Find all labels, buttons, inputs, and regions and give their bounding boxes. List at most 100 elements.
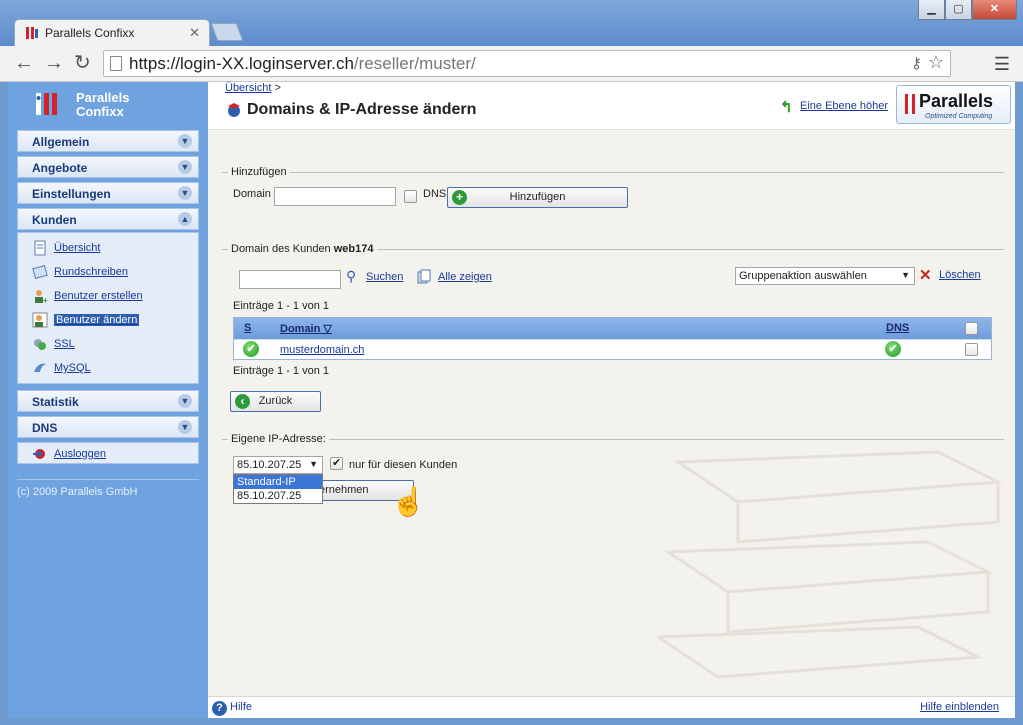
back-circle-icon: ‹ — [235, 394, 250, 409]
browser-tab[interactable]: Parallels Confixx ✕ — [14, 19, 210, 46]
plus-circle-icon: + — [452, 190, 467, 205]
entries-count-top: Einträge 1 - 1 von 1 — [233, 300, 330, 312]
column-domain[interactable]: Domain ▽ — [280, 322, 332, 335]
key-icon[interactable]: ⚷ — [911, 54, 922, 72]
parallels-bars-icon — [905, 94, 915, 114]
sidebar-section-angebote[interactable]: Angebote ▼ — [17, 156, 199, 178]
ip-dropdown-list: Standard-IP 85.10.207.25 — [233, 474, 323, 504]
search-icon: ⚲ — [346, 268, 357, 284]
back-arrow-icon[interactable]: ← — [14, 52, 34, 74]
breadcrumb: Übersicht > — [225, 82, 281, 94]
sidebar-item-benutzer-aendern[interactable]: Benutzer ändern — [32, 312, 140, 328]
logout-icon — [33, 449, 45, 459]
domains-globe-icon — [228, 103, 240, 117]
domains-table: S Domain ▽ DNS ✔ musterdomain.ch ✔ — [233, 317, 992, 360]
close-window-icon[interactable]: ✕ — [972, 0, 1017, 20]
search-input[interactable] — [239, 270, 341, 289]
mysql-dolphin-icon — [34, 363, 46, 372]
breadcrumb-uebersicht-link[interactable]: Übersicht — [225, 82, 271, 94]
sidebar-item-ausloggen[interactable]: Ausloggen — [32, 446, 106, 462]
newsletter-icon — [32, 265, 48, 279]
column-status[interactable]: S — [244, 322, 251, 334]
chevron-down-icon: ▼ — [178, 420, 192, 434]
main-content: Übersicht > Domains & IP-Adresse ändern … — [208, 82, 1015, 696]
dns-label: DNS — [423, 188, 447, 200]
page-icon — [110, 56, 122, 71]
maximize-icon[interactable]: ▢ — [945, 0, 972, 20]
row-checkbox[interactable] — [965, 343, 978, 356]
browser-toolbar: ← → ↻ https://login-XX.loginserver.ch/re… — [0, 46, 1023, 82]
tab-close-icon[interactable]: ✕ — [189, 25, 200, 41]
arrow-up-icon: ↰ — [780, 99, 793, 116]
chevron-down-icon: ▼ — [178, 394, 192, 408]
ip-option-standard[interactable]: Standard-IP — [234, 475, 322, 489]
column-dns[interactable]: DNS — [886, 322, 909, 334]
minimize-icon[interactable]: ▁ — [918, 0, 945, 20]
sidebar-item-mysql[interactable]: MySQL — [32, 360, 91, 376]
svg-text:+: + — [43, 296, 48, 304]
sidebar-divider — [17, 479, 199, 480]
sidebar-section-dns[interactable]: DNS ▼ — [17, 416, 199, 438]
sidebar-section-allgemein[interactable]: Allgemein ▼ — [17, 130, 199, 152]
user-edit-icon — [32, 312, 48, 328]
reload-icon[interactable]: ↻ — [74, 52, 91, 74]
sidebar-item-uebersicht[interactable]: Übersicht — [32, 240, 100, 256]
help-footer: ? Hilfe Hilfe einblenden — [208, 696, 1015, 718]
window-controls: ▁ ▢ ✕ — [918, 0, 1017, 20]
chevron-up-icon: ▲ — [178, 212, 192, 226]
only-this-customer-checkbox[interactable] — [330, 456, 343, 470]
page-title: Domains & IP-Adresse ändern — [247, 101, 477, 118]
sidebar-item-benutzer-erstellen[interactable]: + Benutzer erstellen — [32, 288, 143, 304]
domain-input[interactable] — [274, 187, 396, 206]
dns-ok-icon: ✔ — [885, 341, 901, 357]
back-button[interactable]: ‹ Zurück — [230, 391, 321, 412]
entries-count-bottom: Einträge 1 - 1 von 1 — [233, 365, 330, 377]
confixx-logo-icon — [36, 93, 57, 115]
sidebar-item-ssl[interactable]: SSL — [32, 336, 75, 352]
show-all-icon — [417, 269, 431, 284]
user-add-icon: + — [35, 290, 48, 304]
copyright: (c) 2009 Parallels GmbH — [17, 486, 138, 498]
show-all-link[interactable]: Alle zeigen — [416, 269, 492, 284]
ip-legend: Eigene IP-Adresse: — [228, 433, 329, 445]
forward-arrow-icon[interactable]: → — [44, 52, 64, 74]
search-link[interactable]: ⚲ Suchen — [346, 268, 403, 284]
new-tab-button[interactable] — [210, 23, 244, 41]
status-ok-icon: ✔ — [243, 341, 259, 357]
bookmark-star-icon[interactable]: ☆ — [928, 52, 944, 73]
sidebar: Parallels Confixx Allgemein ▼ Angebote ▼ E… — [8, 82, 208, 718]
dropdown-arrow-icon: ▼ — [309, 459, 318, 469]
ip-option-85-10-207-25[interactable]: 85.10.207.25 — [234, 489, 322, 503]
help-link[interactable]: Hilfe — [230, 701, 252, 713]
sidebar-section-einstellungen[interactable]: Einstellungen ▼ — [17, 182, 199, 204]
domain-label: Domain — [233, 188, 271, 200]
sidebar-item-rundschreiben[interactable]: Rundschreiben — [32, 264, 128, 280]
group-action-select[interactable]: Gruppenaktion auswählen ▼ — [735, 267, 915, 285]
ip-select[interactable]: 85.10.207.25 ▼ — [233, 456, 323, 474]
domain-link[interactable]: musterdomain.ch — [280, 344, 364, 356]
help-icon[interactable]: ? — [212, 701, 227, 716]
page-header: Übersicht > Domains & IP-Adresse ändern … — [208, 82, 1015, 130]
address-bar[interactable]: https://login-XX.loginserver.ch/reseller… — [103, 50, 951, 77]
kunden-submenu: Übersicht Rundschreiben + Benutzer erste… — [17, 232, 199, 384]
chevron-down-icon: ▼ — [178, 186, 192, 200]
delete-x-icon: ✕ — [919, 267, 932, 284]
ssl-icon — [34, 339, 46, 350]
sidebar-section-kunden[interactable]: Kunden ▲ — [17, 208, 199, 230]
only-this-customer-label: nur für diesen Kunden — [349, 459, 458, 471]
document-icon — [34, 240, 46, 256]
hand-cursor-icon: ☝ — [391, 486, 426, 517]
up-one-level-link[interactable]: ↰ Eine Ebene höher — [780, 99, 888, 116]
show-help-link[interactable]: Hilfe einblenden — [920, 701, 999, 713]
brand-text: Parallels Confixx — [76, 90, 130, 119]
tab-title: Parallels Confixx — [45, 26, 135, 40]
background-server-graphic — [658, 450, 1004, 679]
delete-link[interactable]: ✕ Löschen — [919, 267, 981, 284]
select-all-checkbox[interactable] — [965, 322, 978, 335]
menu-icon[interactable]: ☰ — [994, 54, 1010, 75]
dns-checkbox[interactable] — [404, 190, 417, 203]
domains-legend: Domain des Kunden web174 — [228, 243, 377, 255]
add-button[interactable]: + Hinzufügen — [447, 187, 628, 208]
window-titlebar: Parallels Confixx ✕ ▁ ▢ ✕ — [0, 0, 1023, 46]
sidebar-section-statistik[interactable]: Statistik ▼ — [17, 390, 199, 412]
